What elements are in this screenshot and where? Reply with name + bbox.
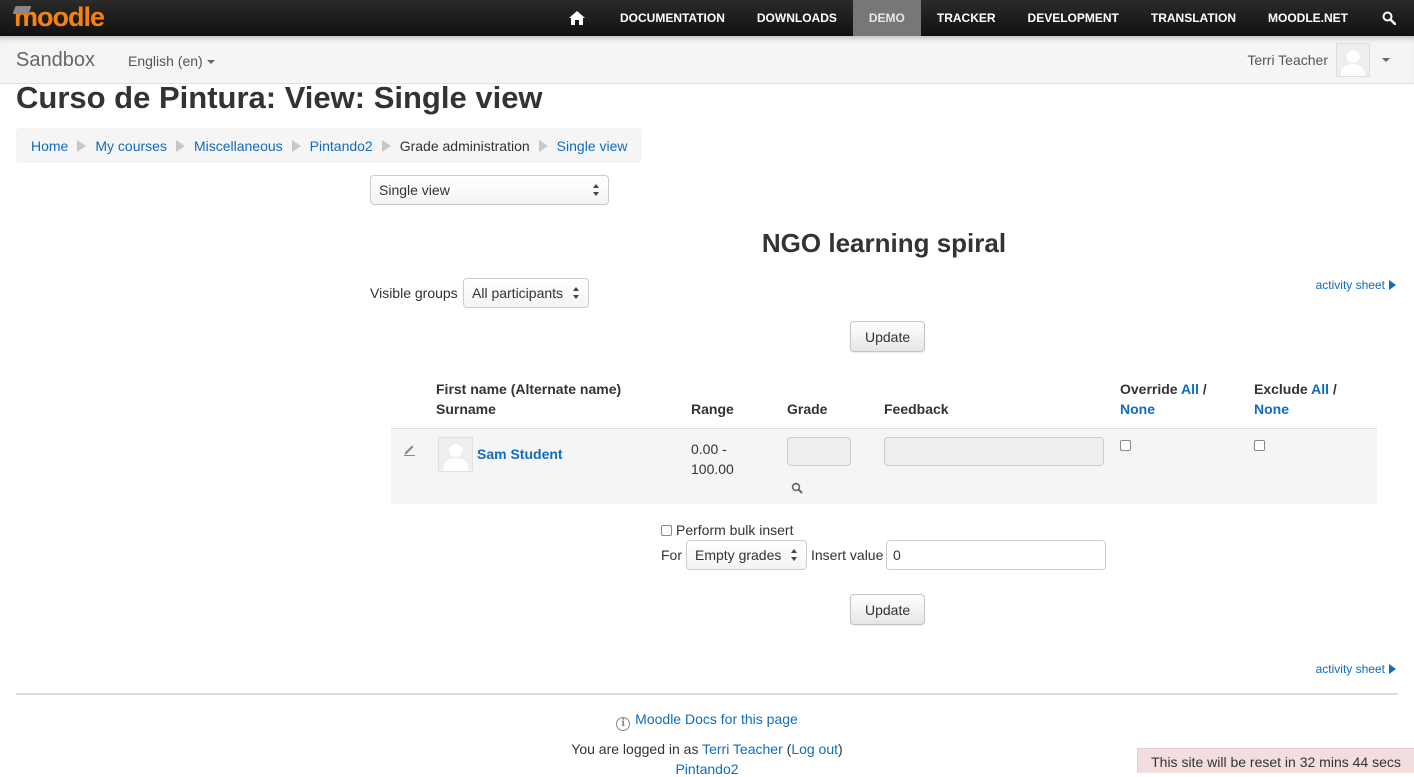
nav-translation[interactable]: TRANSLATION: [1135, 0, 1252, 36]
logged-user-link[interactable]: Terri Teacher: [702, 741, 783, 757]
play-arrow-icon: [1389, 664, 1396, 674]
nav-moodle-net[interactable]: MOODLE.NET: [1252, 0, 1364, 36]
insert-value-input[interactable]: 0: [886, 540, 1106, 570]
nav-development[interactable]: DEVELOPMENT: [1012, 0, 1135, 36]
visible-groups-select[interactable]: All participants: [463, 278, 589, 308]
header-range: Range: [691, 401, 734, 417]
user-name: Terri Teacher: [1247, 52, 1328, 68]
for-label: For: [661, 547, 682, 563]
close-paren: ): [838, 741, 843, 757]
site-brand[interactable]: Sandbox: [16, 49, 95, 72]
breadcrumb-my-courses[interactable]: My courses: [95, 138, 167, 154]
range-min: 0.00 -: [691, 441, 727, 457]
docs-line: i Moodle Docs for this page: [0, 711, 1414, 731]
select-arrows-icon: [573, 287, 581, 299]
breadcrumb-separator-icon: [381, 139, 391, 152]
magnifier-icon[interactable]: [791, 482, 803, 494]
bulk-insert-label: Perform bulk insert: [676, 522, 794, 538]
breadcrumb-single-view[interactable]: Single view: [557, 138, 628, 154]
header-name[interactable]: First name (Alternate name) Surname: [436, 379, 621, 419]
breadcrumb-course[interactable]: Pintando2: [310, 138, 373, 154]
top-navbar: moodle DOCUMENTATION DOWNLOADS DEMO TRAC…: [0, 0, 1414, 36]
range-max: 100.00: [691, 461, 734, 477]
breadcrumb-miscellaneous[interactable]: Miscellaneous: [194, 138, 283, 154]
edit-pencil-icon[interactable]: [403, 443, 416, 456]
update-button-bottom[interactable]: Update: [850, 594, 926, 625]
language-menu[interactable]: English (en): [128, 53, 215, 69]
grade-item-heading: NGO learning spiral: [761, 228, 1007, 258]
report-view-select[interactable]: Single view: [370, 175, 609, 205]
moodle-docs-link[interactable]: Moodle Docs for this page: [635, 711, 798, 727]
report-view-value: Single view: [379, 182, 450, 198]
override-none-link[interactable]: None: [1120, 401, 1155, 417]
student-name-link[interactable]: Sam Student: [477, 446, 563, 462]
feedback-input[interactable]: [884, 437, 1104, 466]
grade-range: 0.00 - 100.00: [691, 439, 734, 479]
exclude-all-link[interactable]: All: [1311, 381, 1329, 397]
main-nav: DOCUMENTATION DOWNLOADS DEMO TRACKER DEV…: [550, 0, 1414, 36]
breadcrumb-separator-icon: [538, 139, 548, 152]
activity-sheet-link-bottom[interactable]: activity sheet: [1316, 662, 1396, 676]
override-all-link[interactable]: All: [1181, 381, 1199, 397]
search-button[interactable]: [1364, 0, 1414, 36]
exclude-slash: /: [1328, 381, 1337, 397]
footer-divider: [16, 693, 1398, 695]
logged-in-prefix: You are logged in as: [571, 741, 703, 757]
visible-groups-value: All participants: [472, 285, 564, 301]
info-icon: i: [616, 717, 631, 731]
moodle-logo[interactable]: moodle: [12, 2, 105, 32]
select-arrows-icon: [791, 549, 799, 561]
override-checkbox[interactable]: [1120, 440, 1131, 451]
breadcrumb-home[interactable]: Home: [31, 138, 68, 154]
header-feedback: Feedback: [884, 401, 949, 417]
nav-downloads[interactable]: DOWNLOADS: [741, 0, 853, 36]
logo-hat-icon: [12, 6, 32, 14]
exclude-checkbox[interactable]: [1254, 440, 1265, 451]
site-header: Sandbox English (en) Terri Teacher: [0, 36, 1414, 84]
table-row: Sam Student 0.00 - 100.00: [391, 428, 1377, 504]
activity-sheet-label: activity sheet: [1315, 662, 1385, 676]
home-button[interactable]: [550, 0, 604, 36]
nav-tracker[interactable]: TRACKER: [921, 0, 1012, 36]
header-override: Override All / None: [1120, 379, 1207, 419]
reset-notice: This site will be reset in 32 mins 44 se…: [1137, 748, 1414, 773]
play-arrow-icon: [1389, 280, 1396, 290]
grade-input[interactable]: [787, 437, 851, 466]
nav-demo[interactable]: DEMO: [852, 0, 921, 36]
language-label: English (en): [128, 53, 203, 69]
override-slash: /: [1198, 381, 1207, 397]
breadcrumb-grade-administration: Grade administration: [399, 137, 530, 154]
header-exclude: Exclude All / None: [1254, 379, 1337, 419]
bulk-for-select[interactable]: Empty grades: [686, 540, 807, 570]
exclude-none-link[interactable]: None: [1254, 401, 1289, 417]
search-icon: [1382, 11, 1396, 25]
override-label: Override: [1120, 381, 1178, 397]
breadcrumb: Home My courses Miscellaneous Pintando2 …: [16, 128, 642, 163]
activity-sheet-label: activity sheet: [1315, 278, 1385, 292]
user-menu[interactable]: Terri Teacher: [1247, 42, 1390, 78]
breadcrumb-separator-icon: [175, 139, 185, 152]
header-first-name[interactable]: First name (Alternate name): [436, 379, 621, 399]
footer-course-link[interactable]: Pintando2: [675, 761, 738, 777]
caret-down-icon: [1382, 58, 1390, 62]
breadcrumb-separator-icon: [77, 139, 87, 152]
bulk-insert-checkbox[interactable]: [661, 525, 672, 536]
caret-down-icon: [206, 60, 215, 65]
exclude-label: Exclude: [1254, 381, 1308, 397]
home-icon: [568, 11, 585, 25]
header-grade: Grade: [787, 401, 828, 417]
breadcrumb-separator-icon: [291, 139, 301, 152]
visible-groups-label: Visible groups: [370, 285, 458, 301]
activity-sheet-link-top[interactable]: activity sheet: [1316, 278, 1396, 292]
student-avatar[interactable]: [438, 437, 473, 472]
insert-value-label: Insert value: [811, 547, 884, 563]
update-button-top[interactable]: Update: [850, 321, 926, 352]
bulk-for-value: Empty grades: [695, 547, 782, 563]
header-surname[interactable]: Surname: [436, 399, 621, 419]
nav-documentation[interactable]: DOCUMENTATION: [604, 0, 741, 36]
select-arrows-icon: [593, 184, 601, 196]
logout-link[interactable]: Log out: [791, 741, 838, 757]
user-avatar: [1336, 43, 1370, 77]
page-title: Curso de Pintura: View: Single view: [16, 80, 543, 115]
